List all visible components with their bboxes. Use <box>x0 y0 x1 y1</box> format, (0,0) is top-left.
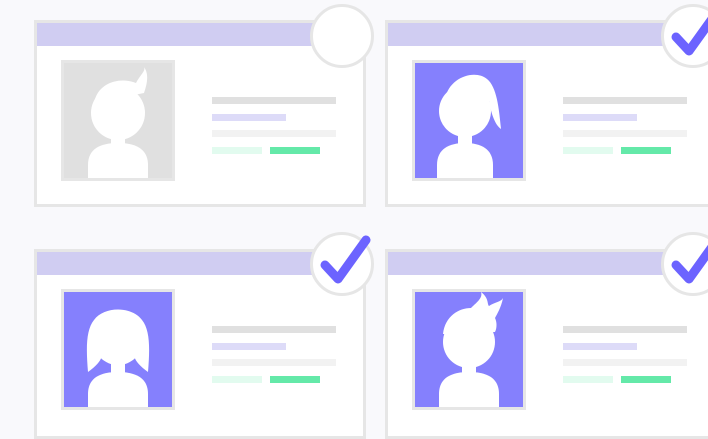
person-long-hair-icon <box>64 292 172 407</box>
selection-badge[interactable] <box>661 232 708 296</box>
text-line <box>621 147 671 154</box>
text-line <box>212 97 336 104</box>
text-line <box>563 376 613 383</box>
text-line <box>621 376 671 383</box>
text-line <box>563 147 613 154</box>
text-line <box>563 97 687 104</box>
profile-card[interactable] <box>385 249 708 439</box>
avatar <box>61 60 175 181</box>
text-line <box>563 343 637 350</box>
selection-badge[interactable] <box>310 4 374 68</box>
checkmark-icon <box>320 235 371 284</box>
text-line <box>212 326 336 333</box>
person-spiky-hair-icon <box>415 292 523 407</box>
card-header <box>388 23 708 46</box>
text-line <box>212 359 336 366</box>
text-line <box>212 114 286 121</box>
checkmark-icon <box>671 244 708 284</box>
avatar <box>412 60 526 181</box>
text-line <box>563 359 687 366</box>
selection-badge[interactable] <box>661 4 708 68</box>
text-line <box>270 147 320 154</box>
text-line <box>563 130 687 137</box>
text-line <box>212 376 262 383</box>
avatar <box>412 289 526 410</box>
text-line <box>212 147 262 154</box>
person-ponytail-icon <box>415 63 523 178</box>
avatar <box>61 289 175 410</box>
profile-card[interactable] <box>385 20 708 207</box>
text-line <box>563 114 637 121</box>
text-line <box>270 376 320 383</box>
card-header <box>388 252 708 275</box>
person-short-hair-icon <box>64 63 172 178</box>
text-line <box>212 130 336 137</box>
checkmark-icon <box>671 16 708 56</box>
text-line <box>212 343 286 350</box>
selection-badge[interactable] <box>310 232 374 296</box>
text-line <box>563 326 687 333</box>
